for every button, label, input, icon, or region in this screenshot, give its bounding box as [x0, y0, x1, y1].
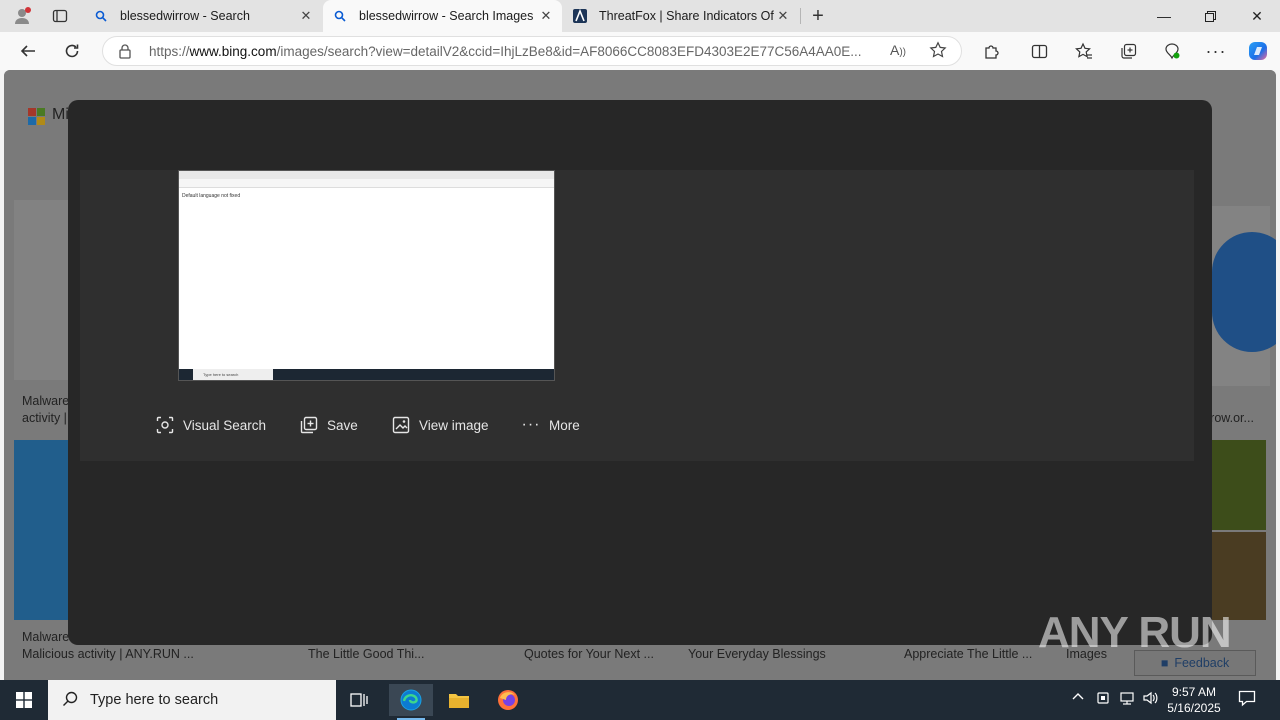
windows-start-icon[interactable]	[2, 684, 46, 716]
edge-taskbar-icon[interactable]	[389, 684, 433, 720]
result-title[interactable]: The Little Good Thi...	[308, 647, 425, 661]
split-screen-icon[interactable]	[1024, 37, 1054, 65]
preview-page-text: Default language not fixed	[182, 193, 241, 199]
collections-icon[interactable]	[1113, 37, 1143, 65]
taskbar-search-placeholder: Type here to search	[90, 692, 219, 708]
volume-icon[interactable]	[1142, 690, 1158, 709]
close-icon[interactable]: ✕	[298, 8, 314, 24]
minimize-icon[interactable]: —	[1141, 0, 1187, 32]
visual-search-icon	[155, 415, 175, 435]
notifications-icon[interactable]	[1238, 689, 1256, 710]
close-icon[interactable]: ✕	[775, 8, 791, 24]
address-bar[interactable]: https://www.bing.com/images/search?view=…	[102, 36, 962, 66]
microsoft-logo-text: Mi	[52, 106, 69, 123]
visual-search-label: Visual Search	[183, 417, 267, 433]
threatfox-icon	[573, 9, 587, 23]
clock-time: 9:57 AM	[1171, 685, 1217, 699]
back-icon[interactable]	[13, 37, 43, 65]
result-title[interactable]: Your Everyday Blessings	[688, 647, 826, 661]
preview-tabbar	[179, 171, 554, 179]
result-thumbnail[interactable]	[14, 200, 70, 380]
new-tab-icon[interactable]: +	[806, 4, 830, 28]
url-scheme: https://	[149, 44, 190, 59]
preview-image[interactable]: Default language not fixed Type here to …	[178, 170, 555, 381]
url-text: https://www.bing.com/images/search?view=…	[149, 44, 879, 59]
result-title[interactable]: Appreciate The Little ...	[904, 647, 1032, 661]
tab-label: ThreatFox | Share Indicators Of Co	[599, 9, 775, 23]
tab-search-images[interactable]: blessedwirrow - Search Images ✕	[323, 0, 562, 32]
result-thumbnail[interactable]	[1204, 440, 1266, 530]
result-thumbnail[interactable]	[1204, 532, 1266, 620]
profile-icon[interactable]	[10, 4, 34, 28]
browser-essentials-icon[interactable]	[1157, 37, 1187, 65]
restore-icon[interactable]	[1187, 0, 1233, 32]
close-window-icon[interactable]: ✕	[1234, 0, 1280, 32]
task-view-icon[interactable]	[338, 684, 382, 716]
close-icon[interactable]: ✕	[538, 8, 554, 24]
more-icon: ···	[521, 416, 541, 433]
search-icon	[94, 9, 108, 23]
tab-divider	[800, 8, 801, 24]
refresh-icon[interactable]	[57, 37, 87, 65]
url-domain: www.bing.com	[189, 44, 277, 59]
feedback-label: Feedback	[1174, 656, 1230, 670]
view-image-label: View image	[419, 417, 489, 433]
extensions-icon[interactable]	[976, 37, 1006, 65]
more-label: More	[549, 417, 580, 433]
taskbar-search-box[interactable]: Type here to search	[48, 680, 336, 720]
preview-taskbar: Type here to search	[179, 369, 554, 380]
result-title[interactable]: Malware	[22, 630, 69, 644]
preview-taskbar-search: Type here to search	[193, 369, 273, 380]
result-title[interactable]: activity |	[22, 411, 67, 425]
view-image-icon	[391, 415, 411, 435]
save-label: Save	[327, 417, 358, 433]
system-clock[interactable]: 9:57 AM 5/16/2025	[1158, 684, 1230, 716]
result-title[interactable]: Quotes for Your Next ...	[524, 647, 654, 661]
read-aloud-icon[interactable]: A))	[890, 42, 906, 58]
feedback-icon: ■	[1160, 656, 1169, 670]
result-thumbnail[interactable]	[1204, 206, 1276, 386]
more-button[interactable]: ··· More	[521, 414, 580, 436]
anyrun-watermark: ANY RUN	[1038, 608, 1232, 657]
search-icon	[333, 9, 347, 23]
tab-search[interactable]: blessedwirrow - Search ✕	[84, 0, 322, 32]
lock-icon[interactable]	[118, 43, 132, 62]
tray-device-icon[interactable]	[1096, 690, 1110, 709]
tray-overflow-icon[interactable]	[1071, 690, 1085, 707]
visual-search-button[interactable]: Visual Search	[155, 414, 266, 436]
navigation-bar: https://www.bing.com/images/search?view=…	[0, 32, 1280, 70]
tab-label: blessedwirrow - Search Images	[359, 9, 534, 23]
network-icon[interactable]	[1119, 690, 1135, 709]
favorite-star-icon[interactable]	[929, 41, 947, 62]
result-title[interactable]: Malware	[22, 394, 69, 408]
microsoft-logo-icon	[28, 108, 46, 126]
firefox-icon[interactable]	[486, 684, 530, 716]
favorites-icon[interactable]	[1069, 37, 1099, 65]
view-image-button[interactable]: View image	[391, 414, 489, 436]
save-icon	[299, 415, 319, 435]
settings-more-icon[interactable]: ···	[1201, 37, 1231, 65]
result-title[interactable]: rrow.or...	[1206, 411, 1254, 425]
copilot-icon[interactable]	[1243, 37, 1273, 65]
tab-label: blessedwirrow - Search	[120, 9, 250, 23]
tab-strip: blessedwirrow - Search ✕ blessedwirrow -…	[0, 0, 1280, 32]
url-path: /images/search?view=detailV2&ccid=IhjLzB…	[276, 44, 862, 59]
result-thumbnail[interactable]	[14, 440, 70, 620]
tab-threatfox[interactable]: ThreatFox | Share Indicators Of Co ✕	[563, 0, 799, 32]
save-button[interactable]: Save	[299, 414, 358, 436]
search-icon	[62, 691, 78, 710]
clock-date: 5/16/2025	[1167, 701, 1221, 715]
result-title[interactable]: Malicious activity | ANY.RUN ...	[22, 647, 194, 661]
tab-actions-icon[interactable]	[48, 4, 72, 28]
file-explorer-icon[interactable]	[437, 684, 481, 716]
preview-addressbar	[179, 179, 554, 188]
windows-taskbar: Type here to search 9:57 AM 5/16/2025	[0, 680, 1280, 720]
